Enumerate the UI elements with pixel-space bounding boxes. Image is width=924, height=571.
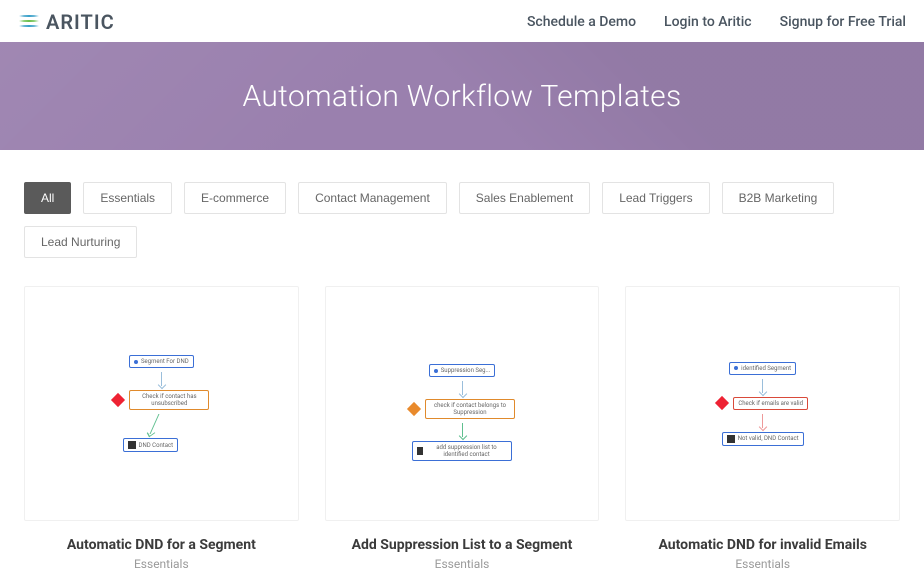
wf-connector: [762, 414, 763, 428]
filter-sales-enablement[interactable]: Sales Enablement: [459, 182, 590, 214]
square-icon: [727, 435, 735, 443]
template-title: Add Suppression List to a Segment: [325, 537, 600, 553]
template-title: Automatic DND for invalid Emails: [625, 537, 900, 553]
template-preview: Suppression Seg... check if contact belo…: [325, 286, 600, 521]
top-nav: Schedule a Demo Login to Aritic Signup f…: [527, 14, 906, 30]
template-grid: Segment For DND Check if contact has uns…: [0, 276, 924, 571]
wf-connector: [762, 379, 763, 393]
template-card[interactable]: Segment For DND Check if contact has uns…: [24, 286, 299, 571]
filter-ecommerce[interactable]: E-commerce: [184, 182, 286, 214]
template-card[interactable]: identified Segment Check if emails are v…: [625, 286, 900, 571]
nav-schedule-demo[interactable]: Schedule a Demo: [527, 14, 636, 30]
workflow-diagram: Segment For DND Check if contact has uns…: [113, 355, 209, 452]
page-title: Automation Workflow Templates: [243, 79, 682, 114]
filter-lead-triggers[interactable]: Lead Triggers: [602, 182, 709, 214]
diamond-icon: [715, 396, 729, 410]
diamond-icon: [407, 402, 421, 416]
template-category: Essentials: [625, 557, 900, 571]
diamond-icon: [111, 393, 125, 407]
topbar: ARITIC Schedule a Demo Login to Aritic S…: [0, 0, 924, 42]
template-category: Essentials: [325, 557, 600, 571]
wf-connector: [161, 372, 162, 386]
filter-contact-management[interactable]: Contact Management: [298, 182, 447, 214]
square-icon: [128, 441, 136, 449]
filter-essentials[interactable]: Essentials: [83, 182, 172, 214]
wf-node: Check if emails are valid: [717, 397, 808, 410]
hero-banner: Automation Workflow Templates: [0, 42, 924, 150]
wf-connector: [462, 381, 463, 395]
template-title: Automatic DND for a Segment: [24, 537, 299, 553]
wf-node: add suppression list to identified conta…: [412, 441, 512, 461]
nav-signup[interactable]: Signup for Free Trial: [780, 14, 906, 30]
wf-node: DND Contact: [123, 438, 179, 452]
logo-text: ARITIC: [46, 10, 115, 34]
nav-login[interactable]: Login to Aritic: [664, 14, 752, 30]
template-preview: Segment For DND Check if contact has uns…: [24, 286, 299, 521]
square-icon: [417, 447, 423, 455]
wf-connector: [462, 423, 463, 437]
filter-b2b-marketing[interactable]: B2B Marketing: [722, 182, 835, 214]
wf-node: Not valid, DND Contact: [722, 432, 804, 446]
wf-node: identified Segment: [729, 362, 796, 375]
wf-node: Suppression Seg...: [429, 364, 496, 377]
wf-node: Segment For DND: [129, 355, 194, 368]
logo-icon: [18, 13, 40, 31]
workflow-diagram: identified Segment Check if emails are v…: [717, 362, 808, 446]
workflow-diagram: Suppression Seg... check if contact belo…: [409, 346, 515, 461]
filter-bar: All Essentials E-commerce Contact Manage…: [0, 150, 924, 276]
filter-lead-nurturing[interactable]: Lead Nurturing: [24, 226, 137, 258]
logo[interactable]: ARITIC: [18, 10, 115, 34]
template-preview: identified Segment Check if emails are v…: [625, 286, 900, 521]
wf-node: Check if contact has unsubscribed: [113, 390, 209, 410]
template-card[interactable]: Suppression Seg... check if contact belo…: [325, 286, 600, 571]
wf-node: check if contact belongs to Suppression: [409, 399, 515, 419]
wf-connector: [149, 414, 159, 434]
template-category: Essentials: [24, 557, 299, 571]
filter-all[interactable]: All: [24, 182, 71, 214]
